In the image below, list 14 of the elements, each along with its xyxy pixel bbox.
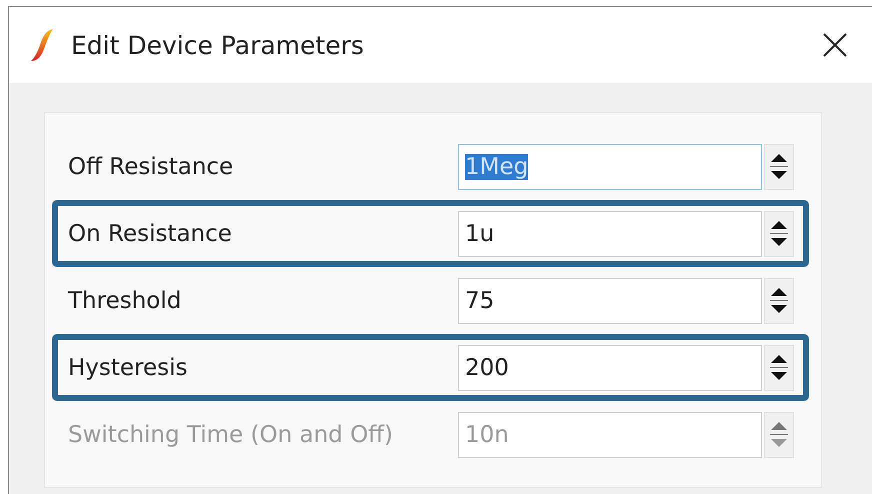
parameter-label: Threshold (68, 288, 182, 314)
parameter-label: Switching Time (On and Off) (68, 422, 394, 448)
value-field[interactable]: 75 (458, 278, 762, 324)
spin-buttons[interactable] (764, 344, 794, 390)
spin-buttons[interactable] (764, 144, 794, 190)
value-field[interactable]: 1u (458, 210, 762, 256)
parameter-label: Off Resistance (68, 154, 234, 180)
spin-buttons[interactable] (764, 210, 794, 256)
parameter-label: Hysteresis (68, 354, 189, 380)
window-title: Edit Device Parameters (71, 30, 365, 60)
app-logo-icon (29, 27, 55, 63)
value-field[interactable]: 200 (458, 344, 762, 390)
parameter-label: On Resistance (68, 220, 233, 246)
spin-buttons[interactable] (764, 278, 794, 324)
